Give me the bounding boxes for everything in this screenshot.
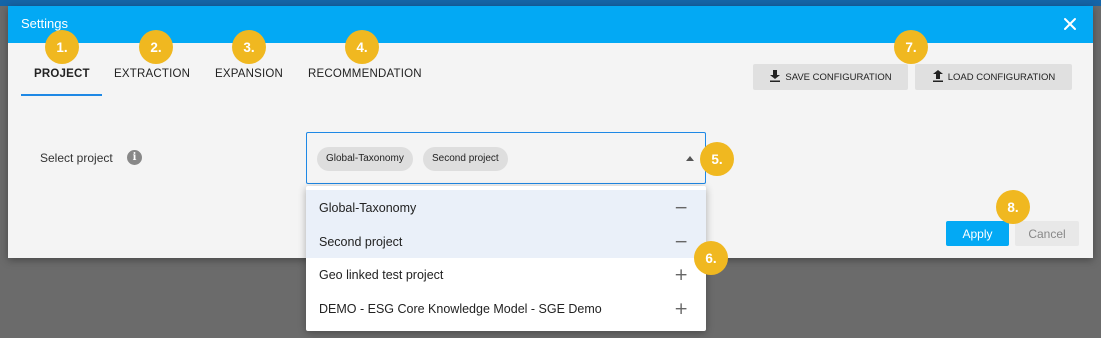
annotation-badge-7: 7. — [894, 30, 928, 64]
dropdown-option[interactable]: Second project − — [306, 224, 706, 258]
minus-icon[interactable]: − — [674, 232, 688, 252]
download-icon — [769, 69, 781, 85]
tab-expansion[interactable]: EXPANSION — [215, 68, 283, 80]
option-label: Global-Taxonomy — [319, 201, 417, 215]
info-icon[interactable]: i — [127, 150, 142, 165]
selected-chip-second-project: Second project — [423, 147, 508, 171]
load-configuration-label: LOAD CONFIGURATION — [947, 71, 1056, 83]
annotation-badge-2: 2. — [139, 30, 173, 64]
close-icon[interactable] — [1058, 12, 1082, 36]
save-configuration-label: SAVE CONFIGURATION — [785, 71, 892, 83]
apply-button[interactable]: Apply — [946, 221, 1009, 246]
project-dropdown-menu: Global-Taxonomy − Second project − Geo l… — [306, 186, 706, 331]
active-tab-indicator — [21, 94, 102, 96]
caret-up-icon[interactable] — [686, 156, 694, 161]
dropdown-option[interactable]: DEMO - ESG Core Knowledge Model - SGE De… — [306, 291, 706, 325]
annotation-badge-1: 1. — [45, 30, 79, 64]
load-configuration-button[interactable]: LOAD CONFIGURATION — [915, 64, 1072, 90]
option-label: Geo linked test project — [319, 268, 444, 282]
annotation-badge-4: 4. — [345, 30, 379, 64]
dropdown-option[interactable]: Global-Taxonomy − — [306, 190, 706, 224]
tab-extraction[interactable]: EXTRACTION — [114, 68, 190, 80]
annotation-badge-3: 3. — [232, 30, 266, 64]
option-label: Second project — [319, 235, 403, 249]
dialog-title-bar: Settings — [8, 6, 1093, 43]
minus-icon[interactable]: − — [674, 198, 688, 218]
upload-icon — [932, 69, 944, 85]
tab-recommendation[interactable]: RECOMMENDATION — [308, 68, 422, 80]
annotation-badge-6: 6. — [694, 241, 728, 275]
dropdown-option[interactable]: Geo linked test project + — [306, 257, 706, 291]
annotation-badge-8: 8. — [996, 190, 1030, 224]
select-project-label: Select project — [40, 151, 113, 165]
annotation-badge-5: 5. — [700, 142, 734, 176]
tab-project[interactable]: PROJECT — [34, 68, 90, 80]
plus-icon[interactable]: + — [674, 299, 688, 319]
option-label: DEMO - ESG Core Knowledge Model - SGE De… — [319, 302, 602, 316]
save-configuration-button[interactable]: SAVE CONFIGURATION — [753, 64, 908, 90]
selected-chip-global-taxonomy: Global-Taxonomy — [317, 147, 413, 171]
dialog-title: Settings — [21, 16, 68, 31]
cancel-button[interactable]: Cancel — [1015, 221, 1079, 246]
plus-icon[interactable]: + — [674, 265, 688, 285]
project-select[interactable]: Global-Taxonomy Second project — [306, 132, 706, 184]
